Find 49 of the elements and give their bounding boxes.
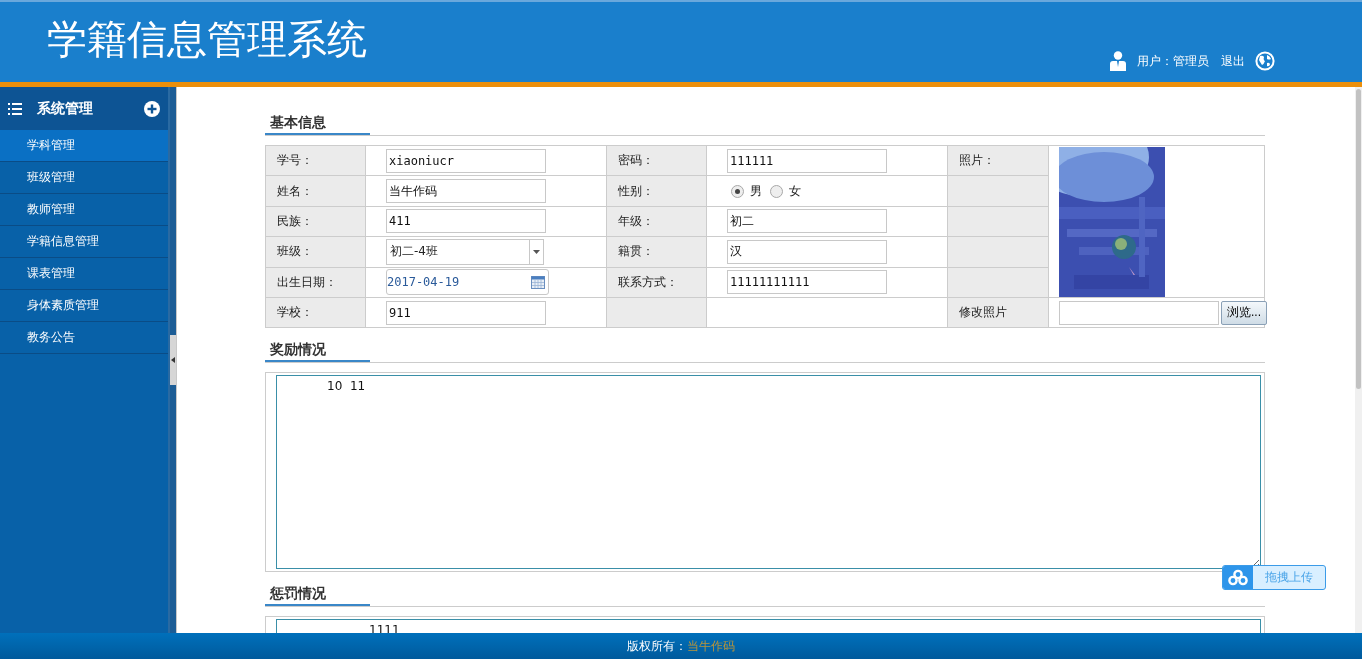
list-icon bbox=[8, 102, 22, 115]
input-field[interactable]: 411 bbox=[386, 209, 546, 234]
plus-circle-icon[interactable] bbox=[144, 100, 160, 117]
field-label: 籍贯： bbox=[618, 244, 654, 259]
date-field[interactable]: 2017-04-19 bbox=[386, 269, 549, 296]
calendar-icon[interactable] bbox=[531, 275, 545, 289]
radio-option[interactable]: 女 bbox=[770, 182, 801, 200]
scrollbar[interactable] bbox=[1355, 87, 1362, 633]
section-title: 基本信息 bbox=[265, 114, 370, 135]
text-area[interactable]: 10 11 bbox=[276, 375, 1261, 569]
user-label: 用户：管理员 bbox=[1137, 52, 1209, 70]
sidebar-item[interactable]: 学科管理 bbox=[0, 130, 168, 162]
field-label: 照片： bbox=[959, 153, 995, 168]
globe-icon[interactable] bbox=[1255, 51, 1275, 71]
field-label: 学校： bbox=[277, 305, 313, 319]
select-field[interactable]: 初二-4班 bbox=[386, 238, 544, 265]
field-label: 出生日期： bbox=[277, 274, 337, 289]
copyright-owner: 当牛作码 bbox=[687, 637, 735, 655]
app-title: 学籍信息管理系统 bbox=[47, 19, 367, 59]
radio-option[interactable]: 男 bbox=[731, 182, 762, 200]
input-field[interactable]: 当牛作码 bbox=[386, 179, 546, 204]
field-label: 性别： bbox=[618, 183, 654, 198]
input-field[interactable]: 初二 bbox=[727, 209, 887, 234]
field-label: 姓名： bbox=[277, 183, 313, 198]
cloud-icon bbox=[1223, 566, 1253, 589]
browse-button[interactable]: 浏览... bbox=[1221, 300, 1267, 325]
input-field[interactable]: 汉 bbox=[727, 239, 887, 264]
input-field[interactable]: 111111 bbox=[727, 148, 887, 173]
collapse-handle[interactable] bbox=[170, 335, 176, 385]
section-title: 惩罚情况 bbox=[265, 585, 370, 606]
field-label: 密码： bbox=[618, 153, 654, 168]
caret-icon bbox=[171, 357, 175, 363]
sidebar-title: 系统管理 bbox=[37, 99, 94, 118]
field-label: 班级： bbox=[277, 244, 313, 259]
input-field[interactable]: xiaoniucr bbox=[386, 148, 546, 173]
copyright-label: 版权所有： bbox=[627, 637, 687, 655]
section-title: 奖励情况 bbox=[265, 341, 370, 362]
file-path-field[interactable] bbox=[1059, 300, 1219, 325]
input-field[interactable]: 911 bbox=[386, 300, 546, 325]
user-icon bbox=[1109, 51, 1127, 71]
field-label: 年级： bbox=[618, 213, 654, 228]
field-label: 联系方式： bbox=[618, 274, 678, 289]
caret-icon[interactable] bbox=[533, 249, 540, 254]
input-field[interactable]: 11111111111 bbox=[727, 270, 887, 295]
scrollbar-thumb[interactable] bbox=[1356, 89, 1361, 389]
logout-link[interactable]: 退出 bbox=[1221, 52, 1245, 70]
field-label: 民族： bbox=[277, 213, 313, 228]
field-label: 学号： bbox=[277, 153, 313, 168]
field-label: 修改照片 bbox=[959, 305, 1007, 319]
